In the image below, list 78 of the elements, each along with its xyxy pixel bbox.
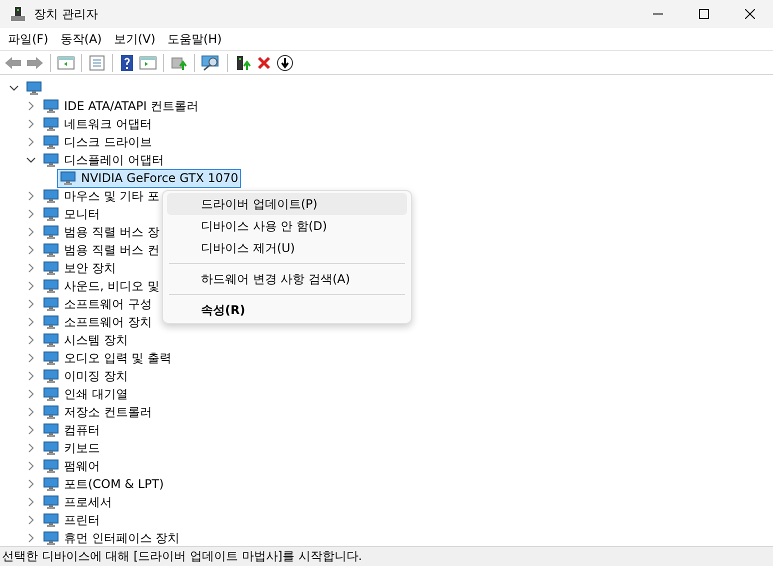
context-menu-item[interactable]: 드라이버 업데이트(P) xyxy=(167,193,407,215)
chevron-icon[interactable] xyxy=(26,155,36,165)
device-icon xyxy=(43,512,59,528)
tree-item[interactable]: 디스플레이 어댑터 xyxy=(40,150,167,170)
help-icon[interactable] xyxy=(119,54,135,70)
tree-item[interactable]: 보안 장치 xyxy=(40,258,119,278)
tree-item[interactable]: 펌웨어 xyxy=(40,456,103,476)
device-icon xyxy=(43,386,59,402)
tree-item[interactable]: 사운드, 비디오 및 xyxy=(40,276,162,296)
forward-icon[interactable] xyxy=(26,54,44,70)
menu-item[interactable]: 동작(A) xyxy=(54,30,108,48)
device-icon xyxy=(43,422,59,438)
device-icon xyxy=(43,242,59,258)
device-icon xyxy=(60,170,76,186)
tree-item[interactable]: 인쇄 대기열 xyxy=(40,384,131,404)
device-icon xyxy=(43,224,59,240)
device-icon xyxy=(43,368,59,384)
device-icon xyxy=(43,494,59,510)
maximize-icon[interactable] xyxy=(699,9,709,19)
device-icon xyxy=(43,314,59,330)
context-menu-item[interactable]: 속성(R) xyxy=(167,299,407,321)
device-manager-icon xyxy=(10,6,26,22)
update-driver-icon[interactable] xyxy=(234,54,252,70)
device-icon xyxy=(43,98,59,114)
tree-item[interactable]: 키보드 xyxy=(40,438,103,458)
scan-hardware-icon[interactable] xyxy=(170,54,188,70)
window-title: 장치 관리자 xyxy=(34,6,99,22)
tree-item[interactable]: 소프트웨어 장치 xyxy=(40,312,155,332)
tree-item[interactable]: 디스크 드라이브 xyxy=(40,132,155,152)
device-icon xyxy=(43,116,59,132)
tree-item[interactable]: 시스템 장치 xyxy=(40,330,131,350)
close-icon[interactable] xyxy=(745,9,755,19)
device-icon xyxy=(43,440,59,456)
tree-item[interactable]: 저장소 컨트롤러 xyxy=(40,402,155,422)
tree-item[interactable]: 범용 직렬 버스 컨 xyxy=(40,240,162,260)
tree-item[interactable]: 휴먼 인터페이스 장치 xyxy=(40,528,183,546)
tree-item[interactable]: 모니터 xyxy=(40,204,103,224)
back-icon[interactable] xyxy=(4,54,22,70)
tree-item[interactable]: 프로세서 xyxy=(40,492,115,512)
tree-item[interactable]: NVIDIA GeForce GTX 1070 xyxy=(57,168,242,188)
menu-item[interactable]: 보기(V) xyxy=(108,30,162,48)
monitor-search-icon[interactable] xyxy=(201,54,221,70)
tree-item[interactable]: 프린터 xyxy=(40,510,103,530)
status-text: 선택한 디바이스에 대해 [드라이버 업데이트 마법사]를 시작합니다. xyxy=(2,548,362,565)
device-icon xyxy=(43,278,59,294)
tree-item[interactable]: 이미징 장치 xyxy=(40,366,131,386)
context-menu-item[interactable]: 하드웨어 변경 사항 검색(A) xyxy=(167,268,407,290)
tree-item[interactable]: IDE ATA/ATAPI 컨트롤러 xyxy=(40,96,202,116)
menu-item[interactable]: 도움말(H) xyxy=(161,30,228,48)
device-icon xyxy=(43,152,59,168)
device-icon xyxy=(43,260,59,276)
properties-icon[interactable] xyxy=(88,54,106,70)
tree-item[interactable]: 마우스 및 기타 포 xyxy=(40,186,162,206)
tree-item[interactable]: 포트(COM & LPT) xyxy=(40,474,167,494)
device-icon xyxy=(43,206,59,222)
tree-item[interactable]: 소프트웨어 구성 xyxy=(40,294,155,314)
tree-item[interactable]: 오디오 입력 및 출력 xyxy=(40,348,174,368)
device-icon xyxy=(43,458,59,474)
tree-item[interactable]: 네트워크 어댑터 xyxy=(40,114,155,134)
device-icon xyxy=(43,332,59,348)
device-icon xyxy=(43,350,59,366)
device-icon xyxy=(43,530,59,546)
menu-item[interactable]: 파일(F) xyxy=(2,30,54,48)
download-icon[interactable] xyxy=(276,54,294,72)
device-icon xyxy=(43,476,59,492)
pane-icon[interactable] xyxy=(57,54,75,70)
uninstall-icon[interactable] xyxy=(256,54,272,70)
context-menu-item[interactable]: 디바이스 제거(U) xyxy=(167,237,407,259)
tree-item[interactable]: 범용 직렬 버스 장 xyxy=(40,222,162,242)
device-icon xyxy=(43,134,59,150)
device-icon xyxy=(43,296,59,312)
device-icon xyxy=(26,80,42,96)
chevron-icon[interactable] xyxy=(9,83,19,93)
device-icon xyxy=(43,188,59,204)
device-icon xyxy=(43,404,59,420)
action-pane-icon[interactable] xyxy=(139,54,157,70)
tree-item[interactable]: 컴퓨터 xyxy=(40,420,103,440)
context-menu-item[interactable]: 디바이스 사용 안 함(D) xyxy=(167,215,407,237)
